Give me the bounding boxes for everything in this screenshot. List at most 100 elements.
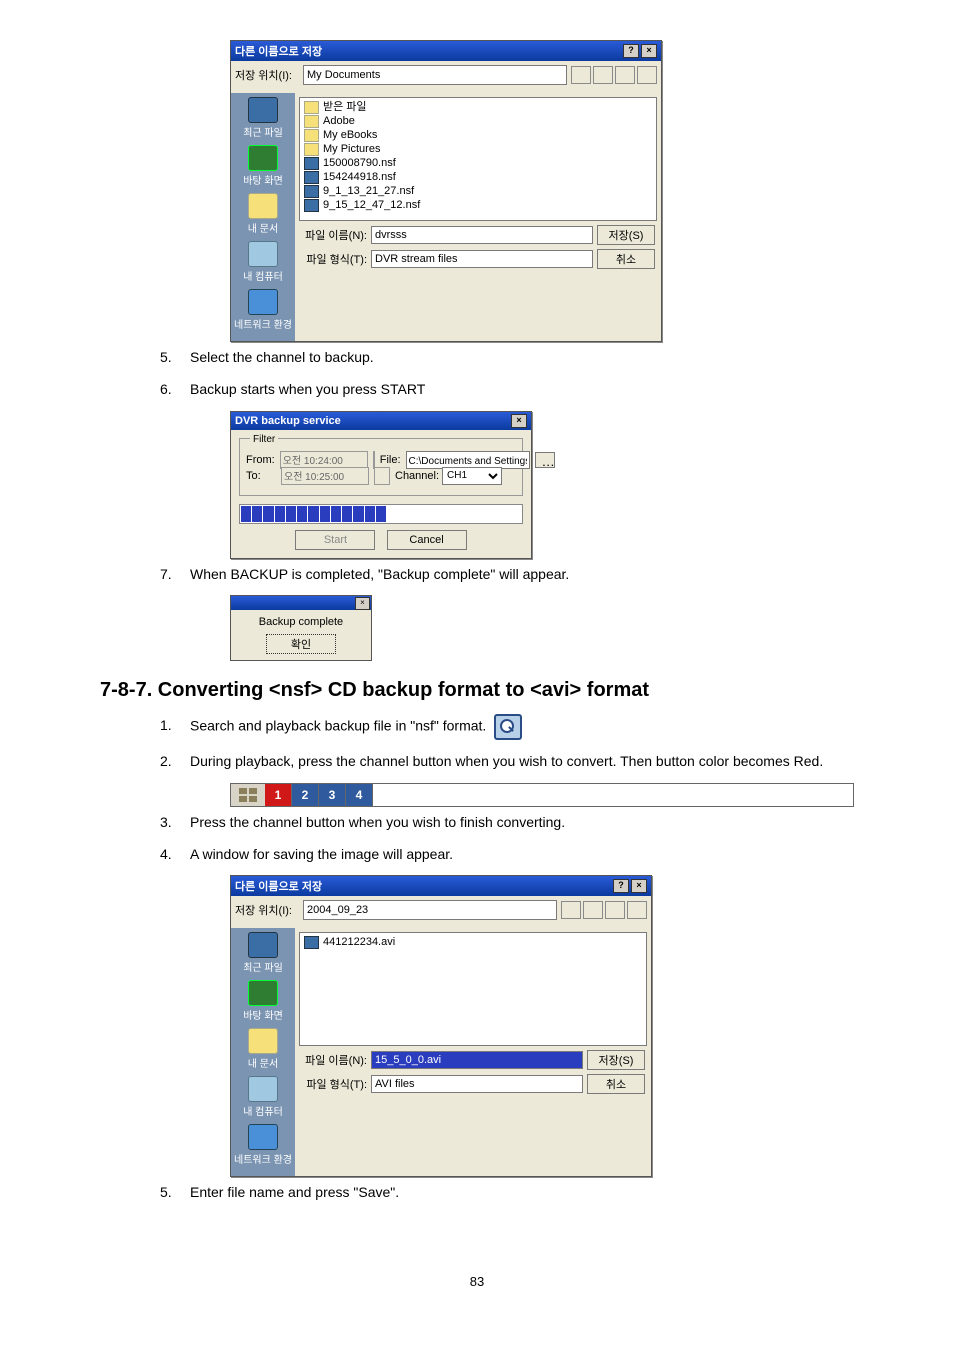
file-icon [304, 199, 319, 212]
list-item: Adobe [304, 114, 652, 128]
channel-1-button[interactable]: 1 [265, 784, 292, 806]
channel-label: Channel: [395, 470, 437, 482]
views-icon[interactable] [637, 66, 657, 84]
places-desktop[interactable]: 바탕 화면 [233, 980, 293, 1022]
spinner-icon[interactable] [374, 467, 390, 485]
filename-input[interactable] [371, 1051, 583, 1069]
filename-input[interactable] [371, 226, 593, 244]
save-as-dialog-1: 다른 이름으로 저장 ? × 저장 위치(I): [230, 40, 662, 342]
section-heading: 7-8-7. Converting <nsf> CD backup format… [100, 679, 854, 702]
new-folder-icon[interactable] [615, 66, 635, 84]
views-icon[interactable] [627, 901, 647, 919]
places-network[interactable]: 네트워크 환경 [233, 1124, 293, 1166]
folder-icon [304, 101, 319, 114]
channel-3-button[interactable]: 3 [319, 784, 346, 806]
file-icon [304, 185, 319, 198]
places-mycomputer[interactable]: 내 컴퓨터 [233, 241, 293, 283]
places-recent[interactable]: 최근 파일 [233, 97, 293, 139]
channel-select[interactable]: CH1 [442, 467, 502, 485]
up-icon[interactable] [593, 66, 613, 84]
step-7: When BACKUP is completed, "Backup comple… [190, 563, 854, 585]
from-label: From: [246, 454, 275, 466]
file-icon [304, 171, 319, 184]
channel-buttons: 1 2 3 4 [230, 783, 854, 807]
file-list[interactable]: 받은 파일 Adobe My eBooks My Pictures 150008… [299, 97, 657, 221]
browse-button[interactable]: … [535, 452, 555, 468]
folder-icon [304, 143, 319, 156]
dialog-title: 다른 이름으로 저장 [235, 43, 322, 59]
look-in-label: 저장 위치(I): [235, 902, 299, 918]
save-button[interactable]: 저장(S) [597, 225, 655, 245]
close-icon[interactable]: × [631, 879, 647, 893]
to-label: To: [246, 470, 276, 482]
filter-legend: Filter [250, 434, 278, 445]
search-playback-icon [494, 714, 522, 740]
progress-bar [239, 504, 523, 524]
help-icon[interactable]: ? [613, 879, 629, 893]
places-bar: 최근 파일 바탕 화면 내 문서 내 컴퓨터 네트워크 환경 [231, 928, 295, 1176]
to-time[interactable] [281, 467, 369, 485]
places-network[interactable]: 네트워크 환경 [233, 289, 293, 331]
places-mycomputer[interactable]: 내 컴퓨터 [233, 1076, 293, 1118]
cancel-button[interactable]: 취소 [587, 1074, 645, 1094]
ok-button[interactable]: 확인 [266, 634, 336, 654]
channel-2-button[interactable]: 2 [292, 784, 319, 806]
close-icon[interactable]: × [355, 597, 370, 610]
folder-icon [304, 129, 319, 142]
close-icon[interactable]: × [641, 44, 657, 58]
dvr-backup-dialog: DVR backup service × Filter From: File: … [230, 411, 532, 559]
list-item: 441212234.avi [304, 935, 642, 949]
cancel-button[interactable]: 취소 [597, 249, 655, 269]
new-folder-icon[interactable] [605, 901, 625, 919]
step-c4: A window for saving the image will appea… [190, 843, 854, 865]
file-icon [304, 936, 319, 949]
backup-complete-alert: × Backup complete 확인 [230, 595, 372, 661]
file-label: File: [380, 454, 401, 466]
dialog-title: 다른 이름으로 저장 [235, 878, 322, 894]
back-icon[interactable] [571, 66, 591, 84]
filetype-combo[interactable] [371, 1075, 583, 1093]
close-icon[interactable]: × [511, 414, 527, 428]
file-icon [304, 157, 319, 170]
list-item: My eBooks [304, 128, 652, 142]
filename-label: 파일 이름(N): [299, 1052, 367, 1068]
look-in-label: 저장 위치(I): [235, 67, 299, 83]
start-button[interactable]: Start [295, 530, 375, 550]
list-item: My Pictures [304, 142, 652, 156]
filetype-label: 파일 형식(T): [299, 1076, 367, 1092]
filetype-label: 파일 형식(T): [299, 251, 367, 267]
channel-lead-icon[interactable] [231, 784, 265, 806]
alert-message: Backup complete [231, 610, 371, 634]
list-item: 150008790.nsf [304, 156, 652, 170]
places-mydocs[interactable]: 내 문서 [233, 193, 293, 235]
filetype-combo[interactable] [371, 250, 593, 268]
list-item: 9_15_12_47_12.nsf [304, 198, 652, 212]
look-in-combo[interactable] [303, 65, 567, 85]
page-number: 83 [100, 1274, 854, 1289]
file-list[interactable]: 441212234.avi [299, 932, 647, 1046]
back-icon[interactable] [561, 901, 581, 919]
look-in-combo[interactable] [303, 900, 557, 920]
list-item: 받은 파일 [304, 100, 652, 114]
step-c2: During playback, press the channel butto… [190, 750, 854, 772]
channel-4-button[interactable]: 4 [346, 784, 373, 806]
places-mydocs[interactable]: 내 문서 [233, 1028, 293, 1070]
filename-label: 파일 이름(N): [299, 227, 367, 243]
list-item: 154244918.nsf [304, 170, 652, 184]
places-recent[interactable]: 최근 파일 [233, 932, 293, 974]
cancel-button[interactable]: Cancel [387, 530, 467, 550]
save-as-dialog-2: 다른 이름으로 저장 ? × 저장 위치(I): [230, 875, 652, 1177]
step-5: Select the channel to backup. [190, 346, 854, 368]
step-6: Backup starts when you press START [190, 378, 854, 400]
step-d5: Enter file name and press "Save". [190, 1181, 854, 1203]
step-c1: Search and playback backup file in "nsf"… [190, 714, 854, 740]
step-c3: Press the channel button when you wish t… [190, 811, 854, 833]
help-icon[interactable]: ? [623, 44, 639, 58]
save-button[interactable]: 저장(S) [587, 1050, 645, 1070]
folder-icon [304, 115, 319, 128]
places-desktop[interactable]: 바탕 화면 [233, 145, 293, 187]
list-item: 9_1_13_21_27.nsf [304, 184, 652, 198]
places-bar: 최근 파일 바탕 화면 내 문서 내 컴퓨터 네트워크 환경 [231, 93, 295, 341]
up-icon[interactable] [583, 901, 603, 919]
dialog-title: DVR backup service [235, 415, 341, 427]
